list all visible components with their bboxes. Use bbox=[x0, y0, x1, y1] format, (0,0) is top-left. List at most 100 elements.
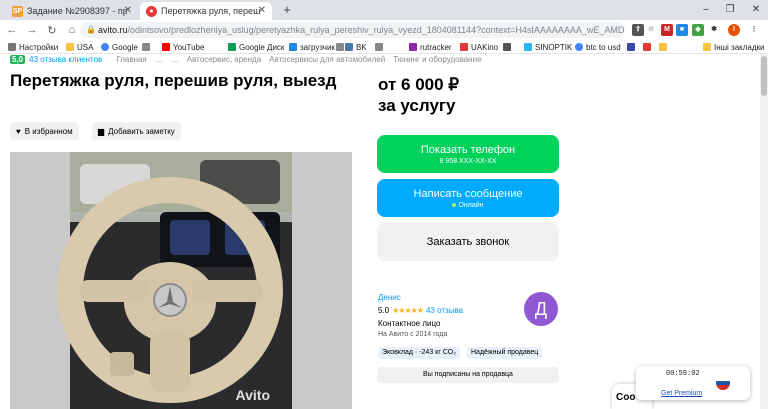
show-phone-label: Показать телефон bbox=[420, 143, 516, 156]
seller-reviews-link[interactable]: 43 отзыва bbox=[426, 306, 463, 315]
bookmark-label: Google Диск bbox=[239, 42, 285, 52]
breadcrumb-item[interactable]: … bbox=[155, 55, 163, 64]
bookmark-vk[interactable]: BK bbox=[345, 41, 367, 53]
subscribed-button[interactable]: Вы подписаны на продавца bbox=[377, 367, 559, 383]
tab-task[interactable]: SP Задание №2908397 - просмотр ✕ bbox=[6, 2, 138, 20]
bookmark-item[interactable] bbox=[503, 41, 514, 53]
bookmarks-bar: Настройки USA Google YouTube Google Диск… bbox=[0, 40, 768, 54]
seller-rating: 5.0 ★★★★★ 43 отзыва bbox=[378, 306, 463, 315]
vk-icon bbox=[345, 43, 353, 51]
tab-strip: SP Задание №2908397 - просмотр ✕ ● Перет… bbox=[0, 0, 768, 20]
extension-icon[interactable]: ◆ bbox=[692, 24, 704, 36]
bookmark-label: YouTube bbox=[173, 42, 205, 52]
maximize-icon[interactable]: ❐ bbox=[718, 0, 742, 20]
vpn-widget[interactable]: 00:59:02 Get Premium bbox=[636, 366, 750, 400]
url-path: /odintsovo/predlozheniya_uslug/peretyazh… bbox=[127, 25, 625, 35]
breadcrumb-item[interactable]: Главная bbox=[116, 55, 146, 64]
profile-avatar-icon[interactable]: I bbox=[728, 24, 740, 36]
bookmark-rutracker[interactable]: rutracker bbox=[409, 41, 452, 53]
bookmark-icon bbox=[643, 43, 651, 51]
scrollbar[interactable] bbox=[760, 54, 768, 409]
bookmark-item[interactable] bbox=[142, 41, 153, 53]
request-call-label: Заказать звонок bbox=[426, 236, 510, 248]
get-premium-link[interactable]: Get Premium bbox=[661, 390, 702, 397]
online-status: Онлайн bbox=[458, 201, 484, 209]
tab-title: Задание №2908397 - просмотр bbox=[27, 6, 127, 16]
google-icon bbox=[101, 43, 109, 51]
menu-icon[interactable]: ⋮ bbox=[748, 24, 760, 36]
minimize-icon[interactable]: – bbox=[694, 0, 718, 20]
bookmark-google[interactable]: Google bbox=[101, 41, 138, 53]
forward-icon[interactable]: → bbox=[24, 24, 40, 36]
rutracker-icon bbox=[409, 43, 417, 51]
breadcrumb: 5,0 43 отзыва клиентов Главная … … Автос… bbox=[10, 54, 490, 64]
star-rating-icon: ★★★★★ bbox=[392, 306, 424, 315]
sp-favicon-icon: SP bbox=[12, 5, 23, 17]
share-icon[interactable]: ⇪ bbox=[632, 24, 644, 36]
bookmark-drive[interactable]: Google Диск bbox=[228, 41, 284, 53]
breadcrumb-item[interactable]: … bbox=[171, 55, 179, 64]
rating-badge: 5,0 bbox=[10, 54, 26, 64]
scrollbar-thumb[interactable] bbox=[761, 56, 767, 96]
star-icon[interactable]: ☆ bbox=[645, 24, 657, 36]
add-note-button[interactable]: ▆ Добавить заметку bbox=[92, 122, 181, 140]
seller-name-link[interactable]: Денис bbox=[378, 293, 401, 302]
close-tab-icon[interactable]: ✕ bbox=[124, 5, 132, 16]
breadcrumb-item[interactable]: Тюнинг и оборудование bbox=[393, 55, 481, 64]
price-unit: за услугу bbox=[378, 96, 456, 115]
back-icon[interactable]: ← bbox=[4, 24, 20, 36]
bookmark-uakino[interactable]: UAKino bbox=[460, 41, 498, 53]
bookmark-label: btc to usd bbox=[586, 42, 621, 52]
extension-icon[interactable]: ■ bbox=[676, 24, 688, 36]
tab-avito[interactable]: ● Перетяжка руля, перешив руля ✕ bbox=[140, 2, 272, 20]
seller-rating-value: 5.0 bbox=[378, 306, 390, 315]
bookmark-item[interactable] bbox=[627, 41, 638, 53]
bookmark-btc[interactable]: btc to usd bbox=[575, 41, 621, 53]
reload-icon[interactable]: ↻ bbox=[44, 24, 60, 37]
bookmark-other[interactable]: Інші закладки bbox=[703, 41, 765, 53]
bookmark-usa[interactable]: USA bbox=[66, 41, 93, 53]
bookmark-item[interactable] bbox=[659, 41, 670, 53]
write-message-button[interactable]: Написать сообщение Онлайн bbox=[377, 179, 559, 217]
note-label: Добавить заметку bbox=[108, 126, 175, 136]
seller-since: На Авито с 2014 года bbox=[378, 331, 448, 338]
bookmark-loader[interactable]: загрузчик bbox=[289, 41, 335, 53]
bookmark-settings[interactable]: Настройки bbox=[8, 41, 58, 53]
bookmark-label: rutracker bbox=[420, 42, 452, 52]
download-icon bbox=[289, 43, 297, 51]
breadcrumb-item[interactable]: Автосервис, аренда bbox=[187, 55, 261, 64]
favorite-button[interactable]: ♥ В избранном bbox=[10, 122, 79, 140]
show-phone-button[interactable]: Показать телефон 8 958 XXX-XX-XX bbox=[377, 135, 559, 173]
sinoptik-icon bbox=[524, 43, 532, 51]
breadcrumb-item[interactable]: Автосервисы для автомобилей bbox=[269, 55, 385, 64]
reviews-link[interactable]: 43 отзыва клиентов bbox=[29, 55, 102, 64]
lock-icon[interactable]: 🔒 bbox=[86, 22, 96, 38]
listing-photo[interactable]: Avito bbox=[10, 152, 352, 409]
bookmark-item[interactable] bbox=[375, 41, 386, 53]
puzzle-icon[interactable]: ✱ bbox=[708, 24, 720, 36]
close-tab-icon[interactable]: ✕ bbox=[258, 5, 266, 16]
bookmark-label: UAKino bbox=[471, 42, 499, 52]
bookmark-label: Настройки bbox=[19, 42, 59, 52]
home-icon[interactable]: ⌂ bbox=[64, 24, 80, 36]
steering-wheel-photo bbox=[10, 152, 352, 409]
bookmark-label: SINOPTIK bbox=[535, 42, 573, 52]
heart-icon: ♥ bbox=[16, 126, 21, 136]
avatar[interactable]: Д bbox=[524, 292, 558, 326]
write-message-label: Написать сообщение bbox=[413, 187, 523, 200]
extension-icon[interactable]: M bbox=[661, 24, 673, 36]
url-host: avito.ru bbox=[98, 25, 128, 35]
bookmark-youtube[interactable]: YouTube bbox=[162, 41, 204, 53]
address-bar[interactable]: 🔒 avito.ru/odintsovo/predlozheniya_uslug… bbox=[80, 22, 625, 38]
online-dot-icon bbox=[452, 202, 457, 207]
close-window-icon[interactable]: ✕ bbox=[744, 0, 768, 20]
request-call-button[interactable]: Заказать звонок bbox=[377, 223, 559, 261]
new-tab-button[interactable]: + bbox=[280, 3, 294, 17]
bookmark-sinoptik[interactable]: SINOPTIK bbox=[524, 41, 572, 53]
bookmark-item[interactable] bbox=[643, 41, 654, 53]
avito-page: 5,0 43 отзыва клиентов Главная … … Автос… bbox=[0, 54, 768, 409]
eco-badge[interactable]: Эковклад · -243 кг CO₂ bbox=[378, 347, 460, 359]
bookmark-label: USA bbox=[77, 42, 94, 52]
reliable-seller-badge[interactable]: Надёжный продавец bbox=[467, 347, 543, 359]
bookmark-icon bbox=[142, 43, 150, 51]
